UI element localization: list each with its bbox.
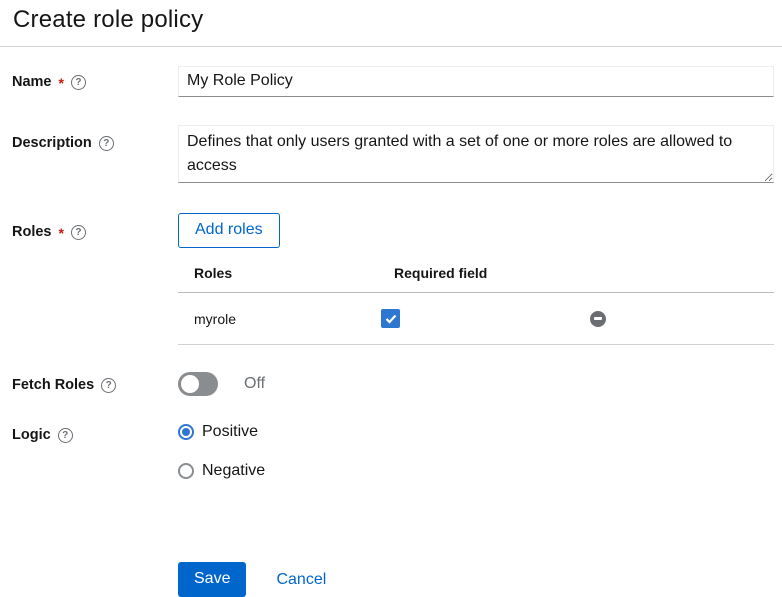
roles-label-group: Roles * ? bbox=[12, 213, 178, 345]
add-roles-button[interactable]: Add roles bbox=[178, 213, 280, 248]
description-label: Description bbox=[12, 135, 92, 151]
cancel-button[interactable]: Cancel bbox=[274, 563, 328, 597]
roles-column-header: Roles bbox=[178, 259, 378, 292]
help-icon[interactable]: ? bbox=[58, 428, 73, 443]
logic-row: Logic ? Positive Negative bbox=[12, 423, 774, 480]
page-title: Create role policy bbox=[13, 4, 766, 35]
roles-table-header: Roles Required field bbox=[178, 259, 774, 293]
actions-row: Save Cancel bbox=[12, 562, 774, 597]
help-icon[interactable]: ? bbox=[99, 136, 114, 151]
name-label-group: Name * ? bbox=[12, 66, 178, 97]
roles-table: Roles Required field myrole bbox=[178, 259, 774, 345]
help-icon[interactable]: ? bbox=[101, 378, 116, 393]
page-header: Create role policy bbox=[0, 0, 782, 47]
radio-selected-icon[interactable] bbox=[178, 424, 194, 440]
required-asterisk: * bbox=[59, 76, 64, 90]
description-label-group: Description ? bbox=[12, 125, 178, 188]
radio-unselected-icon[interactable] bbox=[178, 463, 194, 479]
toggle-knob bbox=[181, 375, 199, 393]
required-checkbox[interactable] bbox=[381, 309, 400, 328]
roles-row: Roles * ? Add roles Roles Required field… bbox=[12, 213, 774, 345]
create-role-policy-form: Name * ? Description ? Roles * ? Add rol… bbox=[0, 47, 782, 597]
radio-label: Positive bbox=[202, 423, 258, 441]
logic-option-positive[interactable]: Positive bbox=[178, 423, 774, 441]
role-name-cell: myrole bbox=[178, 311, 378, 327]
toggle-state-label: Off bbox=[244, 375, 265, 393]
roles-label: Roles bbox=[12, 224, 52, 240]
help-icon[interactable]: ? bbox=[71, 75, 86, 90]
table-row: myrole bbox=[178, 293, 774, 345]
name-row: Name * ? bbox=[12, 66, 774, 97]
save-button[interactable]: Save bbox=[178, 562, 246, 597]
minus-circle-icon bbox=[594, 317, 602, 320]
required-field-column-header: Required field bbox=[378, 259, 590, 292]
fetch-roles-toggle[interactable] bbox=[178, 372, 218, 396]
help-icon[interactable]: ? bbox=[71, 225, 86, 240]
logic-option-negative[interactable]: Negative bbox=[178, 462, 774, 480]
logic-label: Logic bbox=[12, 427, 51, 443]
fetch-roles-label-group: Fetch Roles ? bbox=[12, 372, 178, 396]
fetch-roles-label: Fetch Roles bbox=[12, 377, 94, 393]
name-label: Name bbox=[12, 74, 52, 90]
remove-role-button[interactable] bbox=[590, 311, 606, 327]
logic-label-group: Logic ? bbox=[12, 423, 178, 480]
description-textarea[interactable] bbox=[178, 125, 774, 183]
required-asterisk: * bbox=[59, 226, 64, 240]
radio-label: Negative bbox=[202, 462, 265, 480]
checkmark-icon bbox=[385, 314, 397, 324]
fetch-roles-row: Fetch Roles ? Off bbox=[12, 372, 774, 396]
name-input[interactable] bbox=[178, 66, 774, 97]
description-row: Description ? bbox=[12, 125, 774, 188]
